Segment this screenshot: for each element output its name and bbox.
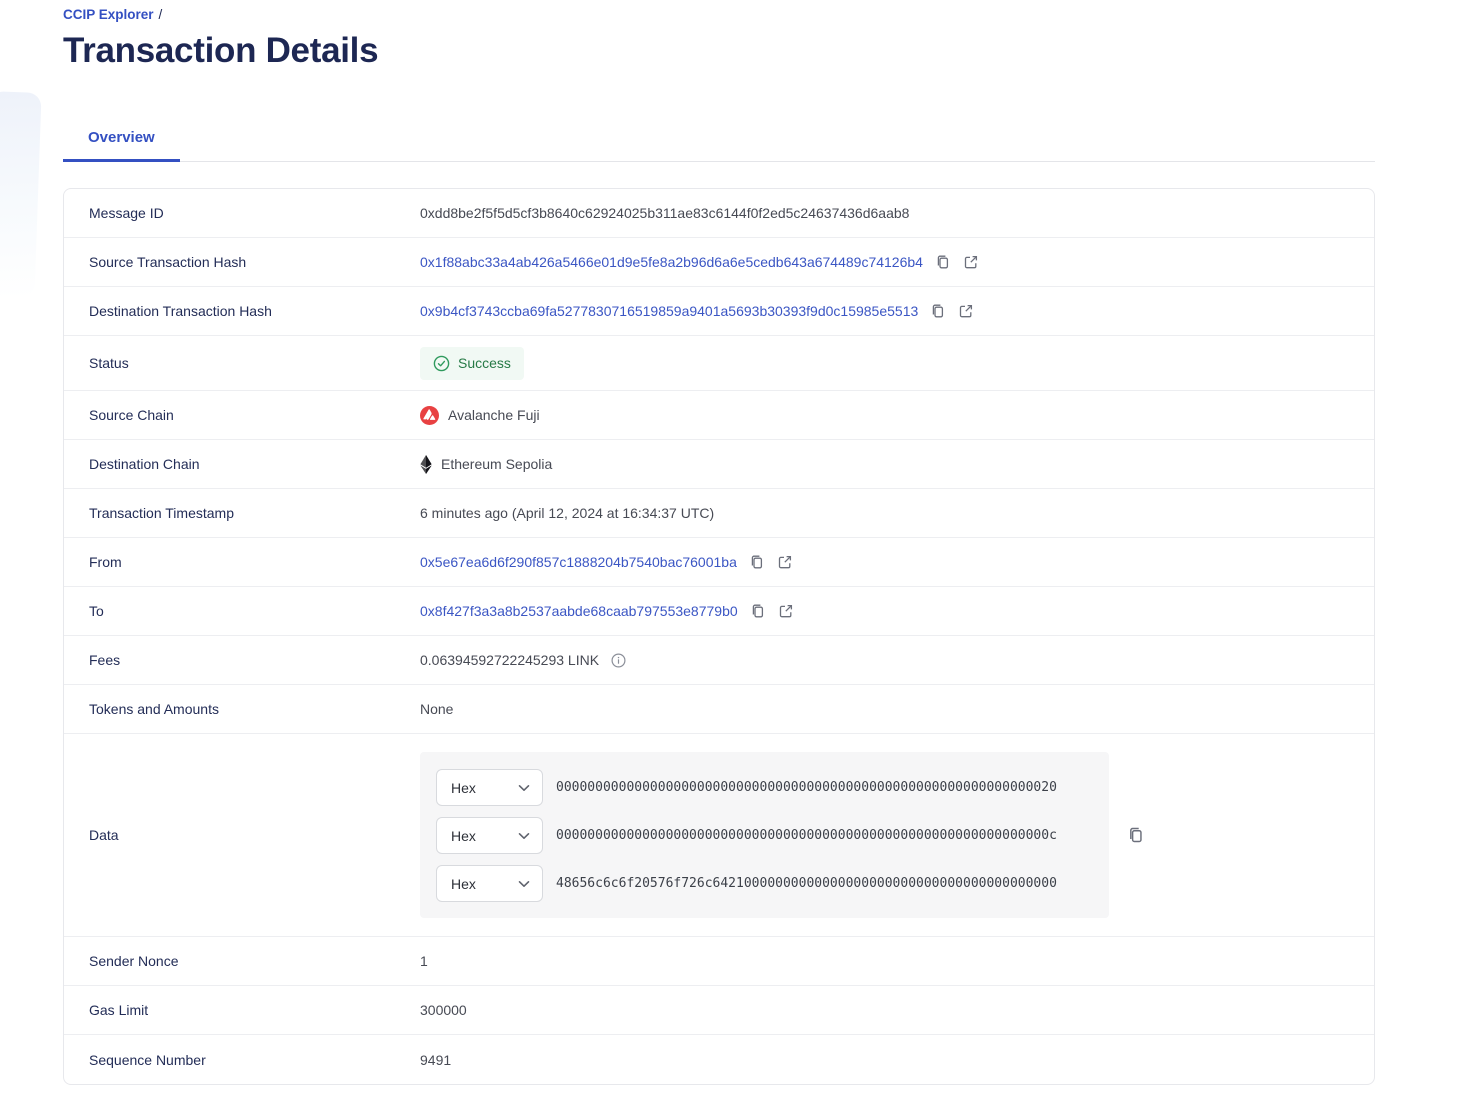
fees-value: 0.06394592722245293 LINK — [420, 652, 600, 668]
row-gas-limit: Gas Limit 300000 — [64, 986, 1374, 1035]
row-transaction-timestamp: Transaction Timestamp 6 minutes ago (Apr… — [64, 489, 1374, 538]
page-title: Transaction Details — [63, 31, 379, 70]
copy-icon[interactable] — [749, 554, 765, 570]
destination-tx-hash-link[interactable]: 0x9b4cf3743ccba69fa5277830716519859a9401… — [420, 303, 918, 319]
data-hex-panel: Hex 000000000000000000000000000000000000… — [420, 752, 1109, 918]
chevron-down-icon — [518, 784, 530, 792]
row-label: To — [89, 603, 104, 619]
row-label: Gas Limit — [89, 1002, 149, 1018]
tokens-value: None — [420, 701, 454, 717]
hex-format-select[interactable]: Hex — [436, 817, 543, 854]
sequence-number-value: 9491 — [420, 1051, 452, 1068]
source-chain-name: Avalanche Fuji — [448, 407, 540, 423]
external-link-icon[interactable] — [778, 603, 794, 619]
tab-bar: Overview — [63, 118, 1375, 162]
row-label: Sequence Number — [89, 1051, 206, 1068]
row-tokens-and-amounts: Tokens and Amounts None — [64, 685, 1374, 734]
row-fees: Fees 0.06394592722245293 LINK — [64, 636, 1374, 685]
copy-icon[interactable] — [1127, 826, 1145, 844]
breadcrumb-separator: / — [158, 7, 163, 22]
row-label: Message ID — [89, 205, 164, 221]
chevron-down-icon — [518, 832, 530, 840]
hex-format-selected: Hex — [451, 779, 476, 796]
timestamp-value: 6 minutes ago (April 12, 2024 at 16:34:3… — [420, 505, 715, 521]
sender-nonce-value: 1 — [420, 953, 428, 969]
row-sequence-number: Sequence Number 9491 — [64, 1035, 1374, 1084]
breadcrumb: CCIP Explorer / — [63, 7, 1481, 22]
tab-overview[interactable]: Overview — [63, 118, 180, 162]
hex-format-selected: Hex — [451, 875, 476, 892]
source-tx-hash-link[interactable]: 0x1f88abc33a4ab426a5466e01d9e5fe8a2b96d6… — [420, 254, 923, 270]
row-label: From — [89, 554, 122, 570]
row-status: Status Success — [64, 336, 1374, 391]
row-source-chain: Source Chain Avalanche Fuji — [64, 391, 1374, 440]
row-sender-nonce: Sender Nonce 1 — [64, 937, 1374, 986]
row-label: Fees — [89, 652, 121, 668]
row-source-tx-hash: Source Transaction Hash 0x1f88abc33a4ab4… — [64, 238, 1374, 287]
data-line: Hex 000000000000000000000000000000000000… — [436, 769, 1093, 806]
message-id-value: 0xdd8be2f5f5d5cf3b8640c62924025b311ae83c… — [420, 205, 910, 221]
status-badge-label: Success — [458, 355, 511, 371]
transaction-details-page: CCIP Explorer / Transaction Details Overv… — [0, 0, 1481, 1105]
external-link-icon[interactable] — [777, 554, 793, 570]
row-destination-tx-hash: Destination Transaction Hash 0x9b4cf3743… — [64, 287, 1374, 336]
external-link-icon[interactable] — [963, 254, 979, 270]
copy-icon[interactable] — [930, 303, 946, 319]
avalanche-logo-icon — [420, 405, 439, 425]
row-from: From 0x5e67ea6d6f290f857c1888204b7540bac… — [64, 538, 1374, 587]
row-label: Source Chain — [89, 407, 174, 423]
info-icon[interactable] — [611, 652, 626, 668]
status-badge: Success — [420, 346, 524, 380]
external-link-icon[interactable] — [958, 303, 974, 319]
copy-icon[interactable] — [935, 254, 951, 270]
to-address-link[interactable]: 0x8f427f3a3a8b2537aabde68caab797553e8779… — [420, 603, 738, 619]
hex-format-select[interactable]: Hex — [436, 769, 543, 806]
row-label: Destination Transaction Hash — [89, 303, 272, 319]
row-label: Status — [89, 355, 129, 371]
row-label: Data — [89, 827, 119, 843]
hex-data-line-3: 48656c6c6f20576f726c64210000000000000000… — [556, 876, 1057, 891]
ethereum-logo-icon — [420, 454, 432, 474]
breadcrumb-ccip-explorer-link[interactable]: CCIP Explorer — [63, 7, 154, 22]
chevron-down-icon — [518, 880, 530, 888]
gas-limit-value: 300000 — [420, 1002, 467, 1018]
row-destination-chain: Destination Chain Ethereum Sepolia — [64, 440, 1374, 489]
transaction-details-card: Message ID 0xdd8be2f5f5d5cf3b8640c629240… — [63, 188, 1375, 1085]
data-line: Hex 000000000000000000000000000000000000… — [436, 817, 1093, 854]
row-to: To 0x8f427f3a3a8b2537aabde68caab797553e8… — [64, 587, 1374, 636]
row-data: Data Hex 0000000000000000000000000000000… — [64, 734, 1374, 937]
from-address-link[interactable]: 0x5e67ea6d6f290f857c1888204b7540bac76001… — [420, 554, 737, 570]
data-line: Hex 48656c6c6f20576f726c6421000000000000… — [436, 865, 1093, 902]
hex-data-line-2: 0000000000000000000000000000000000000000… — [556, 828, 1057, 843]
check-circle-icon — [433, 355, 450, 372]
hex-format-select[interactable]: Hex — [436, 865, 543, 902]
row-message-id: Message ID 0xdd8be2f5f5d5cf3b8640c629240… — [64, 189, 1374, 238]
row-label: Tokens and Amounts — [89, 701, 219, 717]
hex-format-selected: Hex — [451, 827, 476, 844]
hex-data-line-1: 0000000000000000000000000000000000000000… — [556, 780, 1057, 795]
copy-icon[interactable] — [750, 603, 766, 619]
row-label: Transaction Timestamp — [89, 505, 234, 521]
destination-chain-name: Ethereum Sepolia — [441, 456, 553, 472]
row-label: Destination Chain — [89, 456, 200, 472]
row-label: Sender Nonce — [89, 953, 179, 969]
row-label: Source Transaction Hash — [89, 254, 247, 270]
